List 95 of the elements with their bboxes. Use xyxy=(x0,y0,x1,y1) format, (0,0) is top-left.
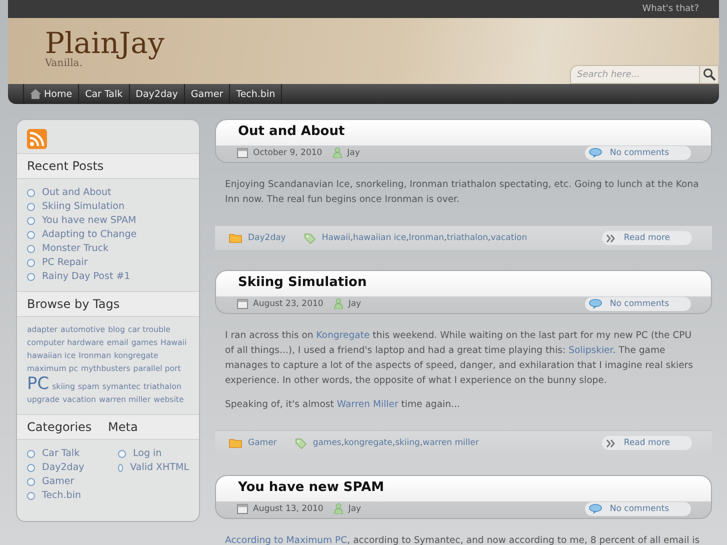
person-icon xyxy=(333,147,342,158)
bullet-icon xyxy=(27,203,35,211)
person-icon xyxy=(334,298,344,309)
bullet-icon xyxy=(118,450,126,458)
folder-icon xyxy=(229,438,242,448)
nav-link[interactable]: Day2day xyxy=(128,84,184,104)
tag-link[interactable]: Hawaii xyxy=(322,233,350,243)
house-icon xyxy=(30,89,41,99)
bullet-icon xyxy=(27,273,35,281)
meta-link[interactable]: Log in xyxy=(133,447,162,461)
person-icon xyxy=(334,503,344,514)
post-paragraph: I ran across this on Kongregate this weekend. While waiting on the last part for my new PC (the CPU of all things...), I used a friend's laptop and had a great time playing this: Solipskier. The game manages to capture a lot of the aspects of speed, danger, and exhilaration that I imagine real skiers experience. In other words, the opposite of what I experience on the bunny slope. xyxy=(225,329,694,388)
bullet-icon xyxy=(27,245,35,253)
comments-link[interactable]: No comments xyxy=(584,502,691,516)
recent-post-link[interactable]: Skiing Simulation xyxy=(42,200,124,214)
widget-heading: Browse by Tags xyxy=(17,291,199,317)
post-title[interactable]: Skiing Simulation xyxy=(216,271,711,296)
post-date: August 23, 2010 xyxy=(253,298,324,308)
calendar-icon xyxy=(237,148,248,158)
bullet-icon xyxy=(27,478,35,486)
category-link[interactable]: Gamer xyxy=(42,475,74,489)
nav-link[interactable]: Tech.bin xyxy=(229,84,282,104)
category-link[interactable]: Day2day xyxy=(248,233,286,243)
recent-post-link[interactable]: Adapting to Change xyxy=(42,228,137,242)
double-chevron-icon xyxy=(606,234,616,242)
post-title[interactable]: You have new SPAM xyxy=(216,476,711,501)
nav-link[interactable]: Car Talk xyxy=(78,84,129,104)
nav-link[interactable]: Home xyxy=(23,84,78,104)
widget-heading: Recent Posts xyxy=(17,153,199,179)
search-button[interactable] xyxy=(700,65,719,84)
category-link[interactable]: Tech.bin xyxy=(42,489,81,503)
inline-link[interactable]: Kongregate xyxy=(316,330,370,341)
tag-icon xyxy=(294,438,307,448)
whats-that-link[interactable]: What's that? xyxy=(642,4,699,14)
meta-link[interactable]: Valid XHTML xyxy=(130,461,189,475)
speech-bubble-icon xyxy=(588,148,602,158)
recent-post-link[interactable]: PC Repair xyxy=(42,256,88,270)
comma-separator: , xyxy=(392,438,396,448)
tag-link[interactable]: warren miller xyxy=(422,438,479,448)
inline-link[interactable]: Solipskier xyxy=(568,345,613,356)
tag-link[interactable]: kongregate xyxy=(344,438,392,448)
bullet-icon xyxy=(27,492,35,500)
tag-link[interactable]: skiing xyxy=(395,438,420,448)
recent-post-link[interactable]: Out and About xyxy=(42,186,112,200)
comma-separator: , xyxy=(420,438,423,448)
post-paragraph: Speaking of, it's almost Warren Miller time again... xyxy=(225,398,461,412)
category-link[interactable]: Day2day xyxy=(42,461,84,475)
read-more-link[interactable]: Read more xyxy=(602,436,692,450)
bullet-icon xyxy=(27,464,35,472)
calendar-icon xyxy=(237,504,248,514)
tag-link[interactable]: vacation xyxy=(490,233,528,243)
tag-link[interactable]: hawaiian ice xyxy=(353,233,406,243)
tag-link[interactable]: triathalon xyxy=(446,233,488,243)
tag-icon xyxy=(304,232,316,244)
comma-separator: , xyxy=(350,233,354,243)
recent-post-link[interactable]: Monster Truck xyxy=(42,242,109,256)
bullet-icon xyxy=(27,189,35,197)
comma-separator: , xyxy=(488,233,491,243)
comma-separator: , xyxy=(341,438,344,448)
recent-post-link[interactable]: Rainy Day Post #1 xyxy=(42,270,130,284)
post-title[interactable]: Out and About xyxy=(216,120,711,145)
post-author: Jay xyxy=(348,298,362,308)
speech-bubble-icon xyxy=(588,298,602,308)
comments-link[interactable]: No comments xyxy=(584,296,691,310)
bullet-icon xyxy=(27,450,35,458)
comma-separator: , xyxy=(444,233,447,243)
tag-link[interactable]: Ironman xyxy=(408,233,444,243)
nav-link[interactable]: Gamer xyxy=(184,84,230,104)
calendar-icon xyxy=(237,298,248,308)
search-field[interactable]: Search here... xyxy=(570,65,700,84)
comma-separator: , xyxy=(406,233,409,243)
tag-link[interactable]: PC xyxy=(27,375,50,393)
category-link[interactable]: Car Talk xyxy=(42,447,80,461)
post-paragraph: According to Maximum PC, according to Symantec, and now according to me, 8 percent of all email is xyxy=(225,534,701,545)
double-chevron-icon xyxy=(606,438,616,448)
bullet-icon xyxy=(27,259,35,267)
post-paragraph: Enjoying Scandanavian Ice, snorkeling, Ironman triathalon spectating, etc. Going to lunch at the Kona Inn now. The real fun begins once Ironman is over. xyxy=(225,178,700,207)
site-title[interactable]: PlainJay xyxy=(45,27,164,59)
tag-link[interactable]: games xyxy=(312,438,342,448)
bullet-icon xyxy=(27,217,35,225)
post-author: Jay xyxy=(348,504,362,514)
recent-post-link[interactable]: You have new SPAM xyxy=(42,214,136,228)
read-more-link[interactable]: Read more xyxy=(602,231,692,245)
inline-link[interactable]: According to Maximum PC xyxy=(225,535,348,545)
bullet-icon xyxy=(27,231,35,239)
speech-bubble-icon xyxy=(588,504,602,514)
bullet-icon xyxy=(118,464,124,472)
folder-icon xyxy=(229,233,242,243)
post-date: August 13, 2010 xyxy=(253,504,324,514)
site-tagline: Vanilla. xyxy=(45,59,82,69)
post-author: Jay xyxy=(347,148,360,158)
comments-link[interactable]: No comments xyxy=(584,146,691,160)
inline-link[interactable]: Warren Miller xyxy=(336,399,398,410)
post-date: October 9, 2010 xyxy=(253,148,322,158)
category-link[interactable]: Gamer xyxy=(248,438,277,448)
